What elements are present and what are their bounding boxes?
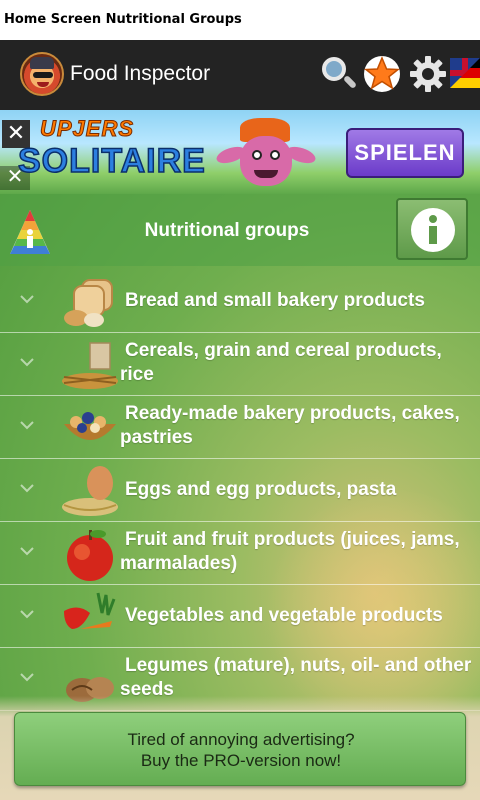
chevron-down-icon bbox=[20, 295, 34, 304]
troll-mascot-icon bbox=[210, 118, 320, 194]
language-flag-icon[interactable] bbox=[450, 58, 480, 88]
app-logo-icon bbox=[20, 52, 64, 96]
list-item-label: Fruit and fruit products (juices, jams, … bbox=[120, 529, 460, 574]
ad-product: SOLITAIRE bbox=[17, 141, 206, 181]
list-item[interactable]: Cereals, grain and cereal products, rice bbox=[0, 333, 480, 396]
bread-icon bbox=[64, 279, 113, 327]
list-item-label: Cereals, grain and cereal products, rice bbox=[120, 340, 442, 385]
search-icon[interactable] bbox=[318, 54, 358, 94]
chevron-down-icon bbox=[20, 484, 34, 493]
screen-title: Home Screen Nutritional Groups bbox=[4, 12, 242, 27]
list-item-label: Vegetables and vegetable products bbox=[125, 605, 443, 626]
pro-banner-line1: Tired of annoying advertising? bbox=[127, 730, 355, 749]
apple-icon bbox=[67, 530, 113, 581]
vegetables-icon bbox=[64, 592, 116, 629]
section-title: Nutritional groups bbox=[144, 220, 310, 241]
app-title: Food Inspector bbox=[70, 62, 211, 85]
cereal-icon bbox=[62, 342, 118, 389]
ad-banner[interactable]: ✕ ✕ UPJERS SOLITAIRE SPIELEN bbox=[0, 110, 480, 194]
pro-banner-line2: Buy the PRO-version now! bbox=[140, 751, 342, 770]
section-header: Nutritional groups bbox=[0, 194, 480, 266]
list-item[interactable]: Bread and small bakery products bbox=[0, 270, 480, 333]
info-button[interactable] bbox=[396, 198, 468, 260]
list-item-label: Legumes (mature), nuts, oil- and other s… bbox=[120, 655, 472, 700]
list-item-label: Ready-made bakery products, cakes, pastr… bbox=[120, 403, 460, 448]
egg-icon bbox=[62, 466, 118, 516]
pro-banner-text: Tired of annoying advertising? Buy the P… bbox=[15, 729, 467, 771]
list-item[interactable]: Ready-made bakery products, cakes, pastr… bbox=[0, 396, 480, 459]
list-item[interactable]: Eggs and egg products, pasta bbox=[0, 459, 480, 522]
app-bar: Food Inspector bbox=[0, 40, 480, 110]
list-item[interactable]: Fruit and fruit products (juices, jams, … bbox=[0, 522, 480, 585]
chevron-down-icon bbox=[20, 421, 34, 430]
list-item-label: Bread and small bakery products bbox=[125, 290, 425, 311]
pastry-icon bbox=[64, 412, 116, 440]
list-item[interactable]: Vegetables and vegetable products bbox=[0, 585, 480, 648]
gear-icon[interactable] bbox=[408, 54, 448, 94]
chevron-down-icon bbox=[20, 673, 34, 682]
chevron-down-icon bbox=[20, 610, 34, 619]
status-bar: Home Screen Nutritional Groups bbox=[0, 0, 480, 40]
star-icon[interactable] bbox=[362, 54, 402, 94]
buy-pro-button[interactable]: Tired of annoying advertising? Buy the P… bbox=[14, 712, 466, 786]
chevron-down-icon bbox=[20, 358, 34, 367]
ad-brand: UPJERS bbox=[39, 116, 135, 142]
ad-play-button[interactable]: SPIELEN bbox=[346, 128, 464, 178]
list-item-label: Eggs and egg products, pasta bbox=[125, 479, 397, 500]
chevron-down-icon bbox=[20, 547, 34, 556]
